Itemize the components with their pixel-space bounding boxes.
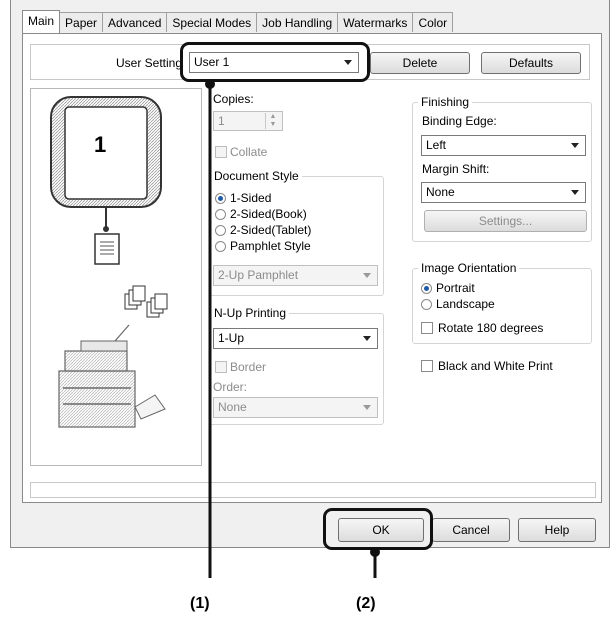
- tab-main[interactable]: Main: [22, 10, 61, 33]
- callout-leaders: [205, 79, 380, 578]
- callout-label-2: (2): [356, 595, 376, 612]
- callout-label-1: (1): [190, 595, 210, 612]
